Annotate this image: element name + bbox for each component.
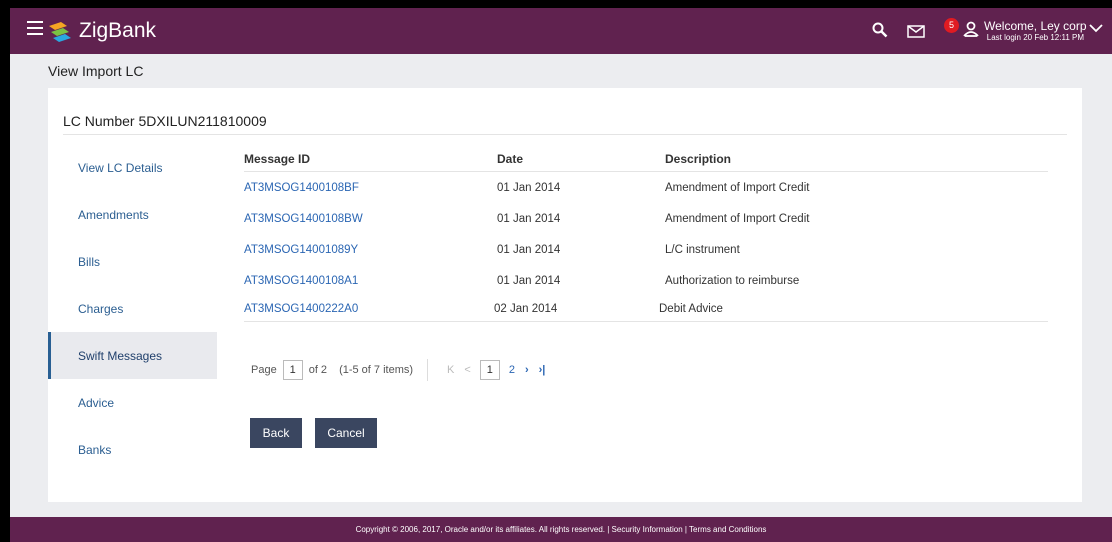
menu-icon[interactable] [27, 21, 43, 35]
lc-number: LC Number 5DXILUN211810009 [63, 113, 267, 129]
sidenav-item-bills[interactable]: Bills [48, 238, 217, 285]
date-cell: 01 Jan 2014 [497, 274, 561, 287]
last-page-icon[interactable]: ›| [539, 364, 546, 376]
back-button[interactable]: Back [250, 418, 302, 448]
current-page-input[interactable]: 1 [282, 360, 303, 380]
sidenav-item-banks[interactable]: Banks [48, 426, 217, 473]
prev-page-icon[interactable]: < [464, 364, 470, 376]
app-frame: ZigBank 5 Welcome, Ley corp Last login 2… [10, 8, 1112, 542]
sidenav-item-label: Advice [78, 395, 115, 410]
sidenav-item-label: Banks [78, 442, 112, 457]
description-cell: Debit Advice [659, 302, 723, 315]
sidenav-item-swift-messages[interactable]: Swift Messages [48, 332, 217, 379]
date-cell: 01 Jan 2014 [497, 243, 561, 256]
sidenav-item-label: Charges [78, 301, 124, 316]
last-login-text: Last login 20 Feb 12:11 PM [986, 33, 1084, 42]
column-header-date: Date [497, 151, 524, 166]
table-row: AT3MSOG1400108BW 01 Jan 2014 Amendment o… [244, 203, 1048, 234]
page-button-2[interactable]: 2 [509, 364, 515, 376]
description-cell: Authorization to reimburse [665, 274, 800, 287]
table-header: Message ID Date Description [244, 146, 1048, 172]
swift-messages-table: Message ID Date Description AT3MSOG14001… [244, 146, 1048, 322]
sidenav-item-label: Amendments [78, 207, 149, 222]
brand-logo[interactable]: ZigBank [47, 17, 156, 45]
zigbank-logo-icon [49, 22, 71, 42]
pagination: Page 1 of 2 (1-5 of 7 items) K < 1 2 › ›… [251, 359, 550, 381]
description-cell: L/C instrument [665, 243, 740, 256]
cancel-button[interactable]: Cancel [315, 418, 377, 448]
sidenav-item-charges[interactable]: Charges [48, 285, 217, 332]
page-title: View Import LC [48, 63, 144, 79]
column-header-description: Description [665, 151, 732, 166]
chevron-down-icon[interactable] [1089, 24, 1103, 33]
message-id-link[interactable]: AT3MSOG1400108BW [244, 213, 497, 225]
page-button-1[interactable]: 1 [479, 360, 500, 380]
sidenav: View LC Details Amendments Bills Charges… [48, 144, 217, 473]
search-icon[interactable] [872, 22, 888, 38]
next-page-icon[interactable]: › [525, 364, 529, 376]
sidenav-item-label: Swift Messages [78, 348, 163, 363]
user-icon[interactable] [963, 21, 979, 37]
mail-icon[interactable] [907, 25, 925, 38]
top-bar: ZigBank 5 Welcome, Ley corp Last login 2… [10, 8, 1112, 54]
sidenav-item-label: Bills [78, 254, 101, 269]
description-cell: Amendment of Import Credit [665, 212, 810, 225]
first-page-icon[interactable]: K [447, 364, 454, 376]
table-row: AT3MSOG1400108A1 01 Jan 2014 Authorizati… [244, 265, 1048, 296]
brand-name: ZigBank [79, 19, 157, 42]
date-cell: 01 Jan 2014 [497, 212, 561, 225]
welcome-block[interactable]: Welcome, Ley corp Last login 20 Feb 12:1… [984, 19, 1087, 43]
page-count-label: of 2 [308, 364, 328, 376]
date-cell: 02 Jan 2014 [494, 302, 558, 315]
welcome-text: Welcome, Ley corp [984, 19, 1087, 33]
footer: Copyright © 2006, 2017, Oracle and/or it… [10, 517, 1112, 542]
items-count-label: (1-5 of 7 items) [339, 364, 414, 376]
message-id-link[interactable]: AT3MSOG1400108BF [244, 182, 497, 194]
table-row: AT3MSOG1400222A0 02 Jan 2014 Debit Advic… [244, 296, 1048, 322]
date-cell: 01 Jan 2014 [497, 181, 561, 194]
pager-divider [427, 359, 429, 381]
sidenav-item-amendments[interactable]: Amendments [48, 191, 217, 238]
sidenav-item-advice[interactable]: Advice [48, 379, 217, 426]
message-id-link[interactable]: AT3MSOG1400108A1 [244, 275, 497, 287]
message-id-link[interactable]: AT3MSOG14001089Y [244, 244, 497, 256]
lc-card: LC Number 5DXILUN211810009 View LC Detai… [48, 88, 1082, 502]
page-label: Page [251, 364, 277, 376]
message-id-link[interactable]: AT3MSOG1400222A0 [244, 303, 497, 315]
sidenav-item-label: View LC Details [78, 160, 163, 175]
description-cell: Amendment of Import Credit [665, 181, 810, 194]
divider [63, 134, 1067, 135]
sidenav-item-view-lc-details[interactable]: View LC Details [48, 144, 217, 191]
table-row: AT3MSOG1400108BF 01 Jan 2014 Amendment o… [244, 172, 1048, 203]
table-row: AT3MSOG14001089Y 01 Jan 2014 L/C instrum… [244, 234, 1048, 265]
column-header-message-id: Message ID [244, 151, 311, 166]
notification-badge: 5 [944, 18, 959, 33]
